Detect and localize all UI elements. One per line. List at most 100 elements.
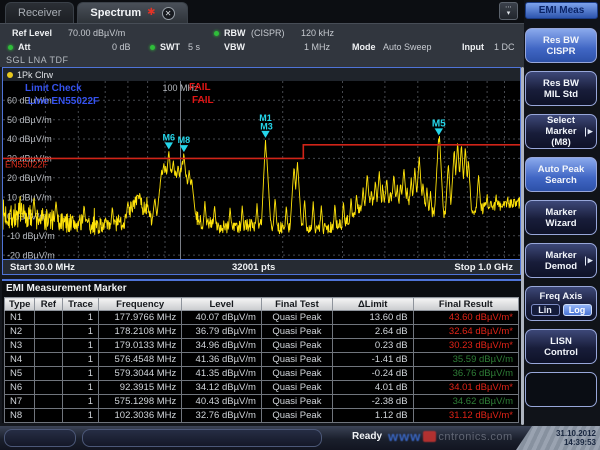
cell-N5-final_result: 36.76 dBµV/m [413,367,518,381]
cell-N3-final_test: Quasi Peak [261,339,332,353]
main-area: Receiver Spectrum ✱ ✕ ⋯ ▾ Ref Level 70.0… [0,0,600,423]
menu-title-emi-meas[interactable]: EMI Meas [525,2,598,19]
table-row-N7[interactable]: N71575.1298 MHz40.43 dBµV/mQuasi Peak-2.… [5,395,519,409]
cell-N6-type: N6 [5,381,35,395]
table-row-N4[interactable]: N41576.4548 MHz41.36 dBµV/mQuasi Peak-1.… [5,353,519,367]
trace1-color-dot-icon [7,72,13,78]
cell-N3-frequency: 179.0133 MHz [99,339,182,353]
column-header-final_test: Final Test [261,298,332,311]
table-row-N6[interactable]: N6 192.3915 MHz34.12 dBµV/mQuasi Peak4.01… [5,381,519,395]
cell-N4-ref [34,353,62,367]
trace-info-bar: 1Pk Clrw [3,68,520,81]
cell-N7-ref [34,395,62,409]
marker-M6-label: M6 [163,132,176,142]
submenu-arrow-icon: ▶ [585,256,593,265]
cell-N7-final_test: Quasi Peak [261,395,332,409]
column-header-ref: Ref [34,298,62,311]
svg-text:50 dBµV/m: 50 dBµV/m [7,115,52,125]
cell-N7-final_result: 34.62 dBµV/m [413,395,518,409]
cell-N2-final_test: Quasi Peak [261,325,332,339]
cell-N6-frequency: 92.3915 MHz [99,381,182,395]
cell-N5-ref [34,367,62,381]
cell-N8-final_result: 31.12 dBµV/m* [413,409,518,423]
cell-N4-type: N4 [5,353,35,367]
rbw-value[interactable]: 120 kHz [301,26,334,40]
att-value[interactable]: 0 dB [112,40,131,54]
cell-N5-final_test: Quasi Peak [261,367,332,381]
datetime-display: 31.10.2012 14:39:53 [516,426,600,450]
softkey-res-bw-mil-std[interactable]: Res BWMIL Std [525,71,597,106]
marker-M5-icon[interactable] [435,128,443,135]
statusbar-softkey-2[interactable] [82,429,322,447]
emi-marker-table: TypeRefTraceFrequencyLevelFinal TestΔLim… [4,297,519,423]
start-frequency[interactable]: Start 30.0 MHz [10,262,75,273]
table-row-N5[interactable]: N51579.3044 MHz41.35 dBµV/mQuasi Peak-0.… [5,367,519,381]
swt-value[interactable]: 5 s [188,40,200,54]
display-menu-button[interactable]: ⋯ ▾ [499,2,518,20]
cell-N4-delta_limit: -1.41 dB [332,353,413,367]
spectrum-diagram: 1Pk Clrw 60 dBµV/m50 dBµV/m40 dBµV/m30 d… [2,67,521,275]
rbw-mode: (CISPR) [251,26,285,40]
table-row-N1[interactable]: N11177.9766 MHz40.07 dBµV/mQuasi Peak13.… [5,311,519,325]
marker-M3-label: M3 [260,121,273,131]
stop-frequency[interactable]: Stop 1.0 GHz [454,262,513,273]
input-value[interactable]: 1 DC [494,40,515,54]
cell-N6-final_test: Quasi Peak [261,381,332,395]
table-row-N3[interactable]: N31179.0133 MHz34.96 dBµV/mQuasi Peak0.2… [5,339,519,353]
cell-N8-ref [34,409,62,423]
cell-N5-frequency: 579.3044 MHz [99,367,182,381]
trace1-label[interactable]: 1Pk Clrw [17,70,53,80]
softkey-sidebar: EMI Meas Res BWCISPR Res BWMIL Std SelectM… [524,0,600,450]
spectrum-display[interactable]: 60 dBµV/m50 dBµV/m40 dBµV/m30 dBµV/m20 d… [3,81,520,259]
column-header-delta_limit: ΔLimit [332,298,413,311]
toggle-log[interactable]: Log [563,304,592,316]
tab-close-icon[interactable]: ✕ [162,7,175,20]
softkey-auto-peak-search[interactable]: Auto PeakSearch [525,157,597,192]
marker-M5-label: M5 [432,118,446,129]
mode-value[interactable]: Auto Sweep [383,40,432,54]
limit-check-heading: Limit Check [25,83,82,94]
cell-N5-delta_limit: -0.24 dB [332,367,413,381]
tab-spectrum[interactable]: Spectrum ✱ ✕ [77,2,187,23]
time-value: 14:39:53 [564,438,596,447]
softkey-res-bw-cispr[interactable]: Res BWCISPR [525,28,597,63]
svg-text:20 dBµV/m: 20 dBµV/m [7,173,52,183]
status-ready: Ready [352,431,382,442]
cell-N6-level: 34.12 dBµV/m [182,381,262,395]
date-value: 31.10.2012 [556,429,596,438]
marker-M6-icon[interactable] [165,142,173,149]
table-row-N8[interactable]: N81102.3036 MHz32.76 dBµV/mQuasi Peak1.1… [5,409,519,423]
modified-star-icon: ✱ [147,8,155,18]
cell-N6-trace: 1 [63,381,99,395]
ref-level-value[interactable]: 70.00 dBµV/m [68,26,125,40]
toggle-lin[interactable]: Lin [531,304,560,316]
softkey-select-marker[interactable]: SelectMarker(M8)▶ [525,114,597,149]
instrument-screen: Receiver Spectrum ✱ ✕ ⋯ ▾ Ref Level 70.0… [0,0,600,450]
softkey-marker-wizard[interactable]: MarkerWizard [525,200,597,235]
softkey-lisn-control[interactable]: LISNControl [525,329,597,364]
tab-receiver[interactable]: Receiver [5,2,74,23]
statusbar-softkey-1[interactable] [4,429,76,447]
cell-N3-ref [34,339,62,353]
cell-N3-delta_limit: 0.23 dB [332,339,413,353]
trace-1pk [3,137,520,235]
table-row-N2[interactable]: N21178.2108 MHz36.79 dBµV/mQuasi Peak2.6… [5,325,519,339]
grid [3,81,520,259]
swt-led-icon [150,45,155,50]
cell-N2-final_result: 32.64 dBµV/m* [413,325,518,339]
cell-N6-delta_limit: 4.01 dB [332,381,413,395]
settings-header: Ref Level 70.00 dBµV/m RBW (CISPR) 120 k… [0,23,600,67]
cell-N4-frequency: 576.4548 MHz [99,353,182,367]
cell-N2-ref [34,325,62,339]
column-header-trace: Trace [63,298,99,311]
cell-N1-final_result: 43.60 dBµV/m* [413,311,518,325]
submenu-arrow-icon: ▶ [585,127,593,136]
column-header-final_result: Final Result [413,298,518,311]
tab-bar: Receiver Spectrum ✱ ✕ ⋯ ▾ [0,0,600,23]
softkey-marker-demod[interactable]: MarkerDemod▶ [525,243,597,278]
cell-N5-trace: 1 [63,367,99,381]
marker-M1-icon[interactable] [261,131,269,138]
vbw-value[interactable]: 1 MHz [304,40,330,54]
header-row-2: Att 0 dB SWT 5 s VBW 1 MHz Mode Auto Swe… [0,40,600,54]
softkey-freq-axis[interactable]: Freq AxisLinLog [525,286,597,321]
